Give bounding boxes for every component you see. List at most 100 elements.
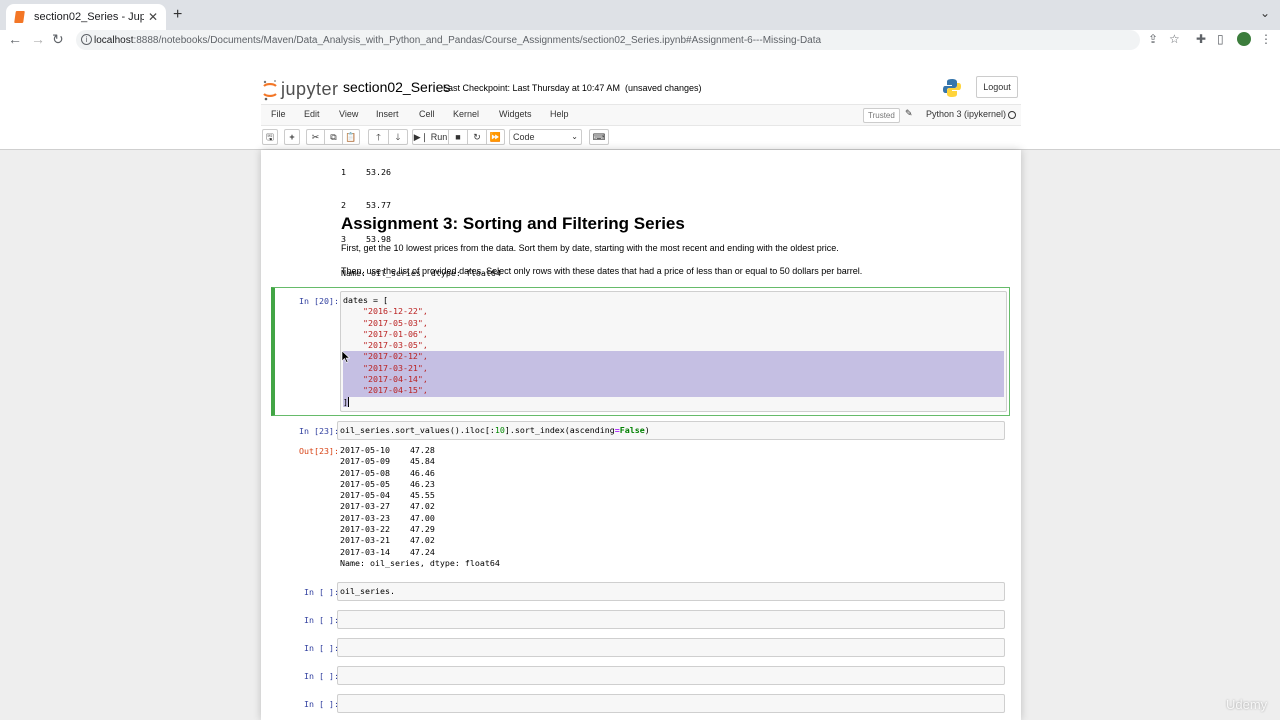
code-string: "2017-04-15",	[362, 385, 428, 396]
udemy-watermark: Udemy	[1226, 697, 1268, 712]
side-panel-icon[interactable]: ▯	[1217, 32, 1224, 46]
paste-icon[interactable]: 📋	[342, 129, 360, 145]
output-date: 2017-05-10	[340, 445, 390, 455]
code-string: "2017-03-05",	[362, 340, 428, 351]
output-date: 2017-05-05	[340, 478, 390, 489]
code-string: "2017-04-14",	[362, 374, 428, 385]
url-path: :8888/notebooks/Documents/Maven/Data_Ana…	[133, 34, 822, 46]
assignment-heading: Assignment 3: Sorting and Filtering Seri…	[341, 214, 685, 233]
menu-insert[interactable]: Insert	[376, 109, 399, 119]
code-editor[interactable]: dates = [ "2016-12-22", "2017-05-03", "2…	[340, 291, 1007, 412]
cell-prompt: In [20]:	[299, 296, 339, 306]
move-up-icon[interactable]: 🡑	[368, 129, 388, 145]
menu-edit[interactable]: Edit	[304, 109, 320, 119]
trusted-badge[interactable]: Trusted	[863, 108, 900, 123]
bookmark-star-icon[interactable]: ☆	[1169, 32, 1180, 46]
restart-run-all-icon[interactable]: ⏩	[486, 129, 505, 145]
unsaved-changes-text: (unsaved changes)	[624, 83, 702, 93]
menu-cell[interactable]: Cell	[419, 109, 435, 119]
code-keyword: False	[619, 425, 645, 435]
back-icon[interactable]: ←	[8, 31, 22, 47]
code-line: ]	[343, 396, 1004, 408]
restart-kernel-icon[interactable]: ↻	[467, 129, 486, 145]
menu-kernel[interactable]: Kernel	[453, 109, 479, 119]
browser-menu-icon[interactable]: ⋮	[1260, 32, 1272, 46]
url-field[interactable]: i localhost:8888/notebooks/Documents/Mav…	[76, 30, 1140, 50]
code-line: oil_series.sort_values().iloc[:10].sort_…	[340, 425, 1002, 436]
run-button[interactable]: ▶❘ Run	[412, 129, 448, 145]
output-row: 2017-03-22 47.29	[340, 524, 500, 535]
kernel-name[interactable]: Python 3 (ipykernel)	[926, 109, 1006, 119]
jupyter-header: jupyter section02_Series Last Checkpoint…	[0, 74, 1280, 150]
menu-view[interactable]: View	[339, 109, 358, 119]
menu-help[interactable]: Help	[550, 109, 569, 119]
code-editor[interactable]: oil_series.sort_values().iloc[:10].sort_…	[337, 421, 1005, 440]
code-cell-20[interactable]: In [20]: dates = [ "2016-12-22", "2017-0…	[271, 287, 1010, 416]
checkpoint-status: Last Checkpoint: Last Thursday at 10:47 …	[443, 83, 702, 93]
logout-button[interactable]: Logout	[976, 76, 1018, 98]
output-row: 2017-03-21 47.02	[340, 535, 500, 546]
code-text: ].sort_index(ascending	[504, 425, 615, 435]
edit-pencil-icon[interactable]: ✎	[905, 108, 913, 119]
run-icon: ▶❘	[413, 132, 429, 142]
url-host: localhost	[94, 34, 134, 46]
output-area: 2017-05-10 47.28 2017-05-09 45.84 2017-0…	[340, 445, 500, 569]
output-row: 2017-05-09 45.84	[340, 456, 500, 467]
output-date: 2017-05-09	[340, 456, 390, 467]
cell-type-select[interactable]: Code ⌄	[509, 129, 582, 145]
tab-title: section02_Series - Jupyter No	[34, 11, 144, 23]
browser-tab[interactable]: section02_Series - Jupyter No ✕	[6, 4, 166, 30]
text-cursor	[348, 397, 349, 408]
python-logo-icon	[943, 79, 961, 97]
cell-type-value: Code	[513, 132, 535, 142]
insert-cell-below-icon[interactable]: +	[284, 129, 300, 145]
cell-prompt: In [ ]:	[304, 699, 339, 709]
code-text: )	[644, 425, 650, 435]
menu-widgets[interactable]: Widgets	[499, 109, 532, 119]
output-date: 2017-03-23	[340, 512, 390, 523]
command-palette-keyboard-icon[interactable]: ⌨	[589, 129, 609, 145]
output-footer: Name: oil_series, dtype: float64	[340, 557, 500, 568]
forward-icon[interactable]: →	[31, 31, 45, 47]
code-editor[interactable]	[337, 666, 1005, 685]
code-editor[interactable]	[337, 694, 1005, 713]
instructions-paragraph-2: Then, use the list of provided dates. Se…	[341, 266, 863, 276]
code-line: "2017-05-03",	[343, 318, 1004, 329]
extensions-icon[interactable]: ✚	[1196, 32, 1206, 46]
code-line: "2017-03-05",	[343, 340, 1004, 351]
reload-icon[interactable]: ↻	[52, 31, 64, 48]
cut-icon[interactable]: ✂	[306, 129, 324, 145]
copy-icon[interactable]: ⧉	[324, 129, 342, 145]
menu-bar: File Edit View Insert Cell Kernel Widget…	[261, 104, 1021, 126]
code-cell-empty-5[interactable]: In [ ]:	[271, 693, 1010, 715]
share-icon[interactable]: ⇪	[1148, 32, 1158, 46]
code-string: "2017-01-06",	[362, 328, 428, 339]
code-editor[interactable]: oil_series.	[337, 582, 1005, 601]
new-tab-icon[interactable]: +	[173, 6, 182, 24]
save-icon[interactable]: 🖫	[262, 129, 278, 145]
code-cell-empty-3[interactable]: In [ ]:	[271, 637, 1010, 659]
code-cell-23[interactable]: In [23]: oil_series.sort_values().iloc[:…	[271, 419, 1010, 569]
output-value: 46.46	[409, 467, 435, 478]
output-value: 47.29	[409, 524, 435, 535]
output-date: 2017-05-04	[340, 490, 390, 501]
close-tab-icon[interactable]: ✕	[148, 10, 158, 24]
move-down-icon[interactable]: 🡓	[388, 129, 408, 145]
code-cell-empty-4[interactable]: In [ ]:	[271, 665, 1010, 687]
output-row: 2017-05-04 45.55	[340, 490, 500, 501]
code-cell-empty-1[interactable]: In [ ]: oil_series.	[271, 581, 1010, 603]
notebook-name[interactable]: section02_Series	[343, 79, 450, 95]
tab-search-chevron-icon[interactable]: ⌄	[1260, 6, 1270, 20]
code-editor[interactable]	[337, 610, 1005, 629]
code-cell-empty-2[interactable]: In [ ]:	[271, 609, 1010, 631]
jupyter-logo[interactable]: jupyter	[262, 78, 342, 102]
notebook-container: 1 53.26 2 53.77 3 53.98 Name: oil_series…	[261, 150, 1021, 720]
jupyter-logo-text: jupyter	[281, 79, 339, 99]
code-editor[interactable]	[337, 638, 1005, 657]
interrupt-kernel-icon[interactable]: ■	[448, 129, 467, 145]
menu-file[interactable]: File	[271, 109, 286, 119]
profile-avatar[interactable]	[1237, 32, 1251, 46]
code-line: "2016-12-22",	[343, 306, 1004, 317]
output-date: 2017-05-08	[340, 467, 390, 478]
site-info-icon[interactable]: i	[81, 34, 92, 45]
